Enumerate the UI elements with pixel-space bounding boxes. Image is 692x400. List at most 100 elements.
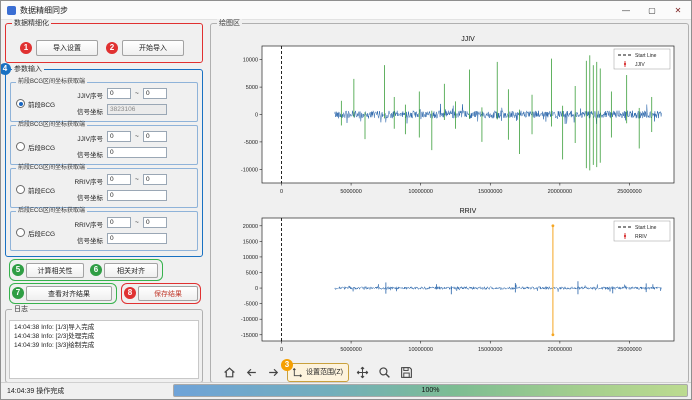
tilde: ~ xyxy=(135,90,139,97)
svg-text:5000000: 5000000 xyxy=(340,189,361,195)
svg-text:0: 0 xyxy=(280,347,283,353)
svg-text:15000000: 15000000 xyxy=(478,347,502,353)
svg-text:25000000: 25000000 xyxy=(617,347,641,353)
seq-from-input[interactable] xyxy=(107,217,131,228)
tilde: ~ xyxy=(135,219,139,226)
coord-input[interactable] xyxy=(107,190,167,201)
param-box-front-bcg: 前段BCG区间坐标获取端 前段BCG JJIV序号 ~ 信号坐标 xyxy=(10,82,198,122)
annotation-badge-6: 6 xyxy=(90,264,102,276)
annotation-badge-7: 7 xyxy=(12,287,24,299)
params-group: 参数输入 4 前段BCG区间坐标获取端 前段BCG JJIV序号 ~ 信号坐标 … xyxy=(5,69,203,257)
svg-text:20000000: 20000000 xyxy=(548,189,572,195)
coord-input[interactable] xyxy=(107,104,167,115)
tilde: ~ xyxy=(135,133,139,140)
radio-label: 前段ECG xyxy=(28,185,55,195)
param-box-title: 前段ECG区间坐标获取端 xyxy=(16,165,87,172)
start-import-button[interactable]: 开始导入 xyxy=(122,40,184,56)
log-line: 14:04:38 Info: [2/3]处理完成 xyxy=(14,332,194,341)
coord-label: 信号坐标 xyxy=(67,235,103,245)
radio-front-ecg[interactable] xyxy=(16,185,25,194)
svg-text:-15000: -15000 xyxy=(241,333,258,339)
seq-label: JJIV序号 xyxy=(67,90,103,100)
annotation-badge-8: 8 xyxy=(124,287,136,299)
svg-text:Start Line: Start Line xyxy=(635,53,657,59)
svg-text:5000: 5000 xyxy=(246,85,258,91)
zoom-icon[interactable] xyxy=(376,364,393,381)
seq-from-input[interactable] xyxy=(107,131,131,142)
radio-rear-ecg[interactable] xyxy=(16,228,25,237)
annotation-badge-1: 1 xyxy=(20,42,32,54)
param-box-title: 前段BCG区间坐标获取端 xyxy=(16,79,87,86)
jjiv-chart[interactable]: 0500000010000000150000002000000025000000… xyxy=(216,32,684,200)
import-group: 数据精细化 1 导入设置 2 开始导入 xyxy=(5,23,203,63)
log-group-title: 日志 xyxy=(12,305,30,314)
rriv-chart[interactable]: 0500000010000000150000002000000025000000… xyxy=(216,204,684,358)
coord-input[interactable] xyxy=(107,233,167,244)
param-box-title: 后段ECG区间坐标获取端 xyxy=(16,208,87,215)
seq-label: RRIV序号 xyxy=(67,176,103,186)
minimize-button[interactable]: — xyxy=(613,1,639,19)
seq-label: RRIV序号 xyxy=(67,219,103,229)
set-range-label: 设置范围(Z) xyxy=(306,367,343,377)
back-icon[interactable] xyxy=(243,364,260,381)
svg-text:Start Line: Start Line xyxy=(635,225,657,231)
save-icon[interactable] xyxy=(398,364,415,381)
plot-panel: 绘图区 050000001000000015000000200000002500… xyxy=(210,23,689,383)
coord-label: 信号坐标 xyxy=(67,192,103,202)
svg-text:10000: 10000 xyxy=(243,255,258,261)
radio-label: 前段BCG xyxy=(28,99,55,109)
window-title: 数据精细同步 xyxy=(20,5,68,16)
svg-text:0: 0 xyxy=(255,286,258,292)
forward-icon[interactable] xyxy=(265,364,282,381)
svg-text:20000: 20000 xyxy=(243,224,258,230)
seq-to-input[interactable] xyxy=(143,131,167,142)
log-group: 日志 14:04:38 Info: [1/3]导入完成 14:04:38 Inf… xyxy=(5,309,203,383)
svg-text:10000: 10000 xyxy=(243,58,258,64)
log-line: 14:04:39 Info: [3/3]绘制完成 xyxy=(14,341,194,350)
window-controls: — ▢ ✕ xyxy=(613,1,691,19)
svg-text:20000000: 20000000 xyxy=(548,347,572,353)
progress-bar: 100% xyxy=(173,384,688,397)
svg-text:5000: 5000 xyxy=(246,270,258,276)
svg-text:5000000: 5000000 xyxy=(340,347,361,353)
seq-to-input[interactable] xyxy=(143,174,167,185)
seq-to-input[interactable] xyxy=(143,88,167,99)
seq-label: JJIV序号 xyxy=(67,133,103,143)
import-group-title: 数据精细化 xyxy=(12,19,51,28)
calc-correlation-button[interactable]: 计算相关性 xyxy=(26,263,84,278)
coord-input[interactable] xyxy=(107,147,167,158)
log-list[interactable]: 14:04:38 Info: [1/3]导入完成 14:04:38 Info: … xyxy=(9,320,199,379)
annotation-badge-2: 2 xyxy=(106,42,118,54)
titlebar: 数据精细同步 — ▢ ✕ xyxy=(1,1,691,20)
view-align-result-button[interactable]: 查看对齐结果 xyxy=(26,286,112,301)
app-icon xyxy=(7,6,16,15)
radio-rear-bcg[interactable] xyxy=(16,142,25,151)
maximize-button[interactable]: ▢ xyxy=(639,1,665,19)
plot-panel-title: 绘图区 xyxy=(217,19,242,28)
seq-from-input[interactable] xyxy=(107,174,131,185)
param-box-title: 后段BCG区间坐标获取端 xyxy=(16,122,87,129)
statusbar: 14:04:39 操作完成 100% xyxy=(1,382,691,399)
close-button[interactable]: ✕ xyxy=(665,1,691,19)
svg-text:25000000: 25000000 xyxy=(617,189,641,195)
radio-front-bcg[interactable] xyxy=(16,99,25,108)
svg-text:10000000: 10000000 xyxy=(408,189,432,195)
plot-toolbar: 3 设置范围(Z) xyxy=(221,362,415,382)
correlation-align-button[interactable]: 相关对齐 xyxy=(104,263,158,278)
view-result-outline: 7 查看对齐结果 xyxy=(9,283,117,304)
save-result-button[interactable]: 保存结果 xyxy=(138,286,198,301)
annotation-badge-4: 4 xyxy=(0,63,11,75)
home-icon[interactable] xyxy=(221,364,238,381)
action-buttons-area: 5 计算相关性 6 相关对齐 7 查看对齐结果 8 保存结果 xyxy=(5,259,203,305)
left-panel: 数据精细化 1 导入设置 2 开始导入 参数输入 4 前段BCG区间坐标获取端 … xyxy=(3,21,207,385)
seq-from-input[interactable] xyxy=(107,88,131,99)
svg-text:-10000: -10000 xyxy=(241,167,258,173)
seq-to-input[interactable] xyxy=(143,217,167,228)
import-settings-button[interactable]: 导入设置 xyxy=(36,40,98,56)
pan-icon[interactable] xyxy=(354,364,371,381)
calc-align-outline: 5 计算相关性 6 相关对齐 xyxy=(9,259,163,281)
set-range-button[interactable]: 3 设置范围(Z) xyxy=(287,363,349,382)
svg-text:JJIV: JJIV xyxy=(635,62,645,68)
coord-label: 信号坐标 xyxy=(67,149,103,159)
svg-text:RRIV: RRIV xyxy=(635,234,648,240)
